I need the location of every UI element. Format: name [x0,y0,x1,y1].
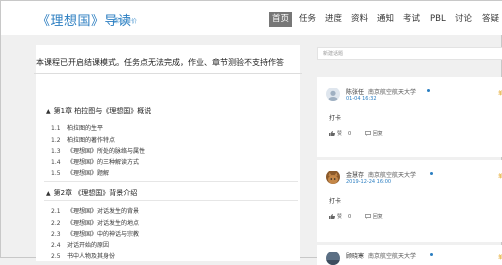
author-school: 南京航空航天大学 [368,172,417,179]
nav-home[interactable]: 首页 [269,12,293,27]
like-button[interactable]: 赞0 [329,131,357,137]
photo-avatar-icon[interactable] [326,251,340,265]
expand-triangle-icon[interactable]: ▲ [46,190,51,197]
post-time: 2019-12-24 16:00 [346,179,392,185]
post-author[interactable]: 金慧存 南京航空航天大学 [346,170,416,179]
section-item[interactable]: 2.5 书中人物及其身份 [51,251,115,260]
chapter-panel: 本课程已开启结课模式。任务点无法完成，作业、章节测验不支持作答 ▲ 第1章 柏拉图… [34,45,302,261]
discussion-post[interactable]: 陈张任南京航空航天大学 01-04 16:32 单独 打卡 赞0 回复 [317,77,502,157]
post-actions: 赞0 回复 [329,213,395,220]
status-dot-icon [430,172,433,175]
nav-exams[interactable]: 考试 [400,12,423,27]
thumbs-up-icon [329,131,335,136]
post-tag: 单独 [498,174,502,180]
section-item[interactable]: 1.4 《理想国》的三种解读方式 [51,157,139,166]
post-author[interactable]: 顾晓寒 南京航空航天大学 [346,251,416,260]
section-item[interactable]: 1.2 柏拉图的著作特点 [51,135,115,144]
section-item[interactable]: 2.4 对话开始的原因 [51,240,109,249]
default-avatar-icon[interactable] [326,87,340,101]
post-time: 01-04 16:32 [346,96,377,102]
post-tag: 单独 [498,91,502,97]
section-item[interactable]: 1.3 《理想国》所处的脉络与属性 [51,146,145,155]
chapter-title: 第1章 柏拉图与《理想国》概说 [53,107,152,115]
new-topic-input[interactable]: 新建话题 [317,47,502,60]
expand-triangle-icon[interactable]: ▲ [46,108,51,115]
thumbs-up-icon [329,214,335,219]
comment-icon [364,131,371,136]
section-item[interactable]: 2.1 《理想国》对话发生的背景 [51,206,139,215]
cat-avatar-icon[interactable] [326,170,340,184]
course-header: 《理想国》导读 课程评价 首页 任务 进度 资料 通知 考试 PBL 讨论 答疑 [1,1,502,35]
nav-resources[interactable]: 资料 [348,12,371,27]
nav-qa[interactable]: 答疑 [479,12,502,27]
reply-button[interactable]: 回复 [364,214,389,220]
post-actions: 赞0 回复 [329,130,395,137]
chapter-1[interactable]: ▲ 第1章 柏拉图与《理想国》概说 [46,106,151,116]
section-item[interactable]: 2.2 《理想国》对话发生的地点 [51,218,139,227]
post-text: 打卡 [329,198,342,205]
chapter-divider [44,181,298,182]
post-author[interactable]: 陈张任 南京航空航天大学 [346,87,416,96]
course-evaluation-link[interactable]: 课程评价 [113,16,137,25]
discussion-post[interactable]: 顾晓寒南京航空航天大学 单独 [317,245,502,265]
nav-progress[interactable]: 进度 [322,12,345,27]
author-school: 南京航空航天大学 [368,89,417,96]
author-name[interactable]: 陈张任 [346,89,364,96]
comment-icon [364,214,371,219]
chapter-2[interactable]: ▲ 第2章 《理想国》背景介绍 [46,188,137,198]
nav-pbl[interactable]: PBL [427,12,449,27]
status-dot-icon [427,89,430,92]
nav-notices[interactable]: 通知 [374,12,397,27]
author-name[interactable]: 顾晓寒 [346,253,364,260]
notice-divider [34,73,302,74]
author-name[interactable]: 金慧存 [346,172,364,179]
status-dot-icon [430,253,433,256]
nav-discussion[interactable]: 讨论 [452,12,475,27]
section-item[interactable]: 1.1 柏拉图的生平 [51,123,103,132]
chapter-divider [44,200,298,201]
post-tag: 单独 [498,255,502,261]
section-item[interactable]: 2.3 《理想国》中的神话与宗教 [51,229,139,238]
nav-tasks[interactable]: 任务 [296,12,319,27]
like-button[interactable]: 赞0 [329,214,357,220]
course-closed-notice: 本课程已开启结课模式。任务点无法完成，作业、章节测验不支持作答 [36,58,284,67]
reply-button[interactable]: 回复 [364,131,389,137]
author-school: 南京航空航天大学 [368,253,417,260]
section-item[interactable]: 1.5 《理想国》题解 [51,168,109,177]
discussion-post[interactable]: 金慧存南京航空航天大学 2019-12-24 16:00 单独 打卡 赞0 回复 [317,160,502,242]
post-text: 打卡 [329,115,342,122]
chapter-title: 第2章 《理想国》背景介绍 [53,189,138,197]
